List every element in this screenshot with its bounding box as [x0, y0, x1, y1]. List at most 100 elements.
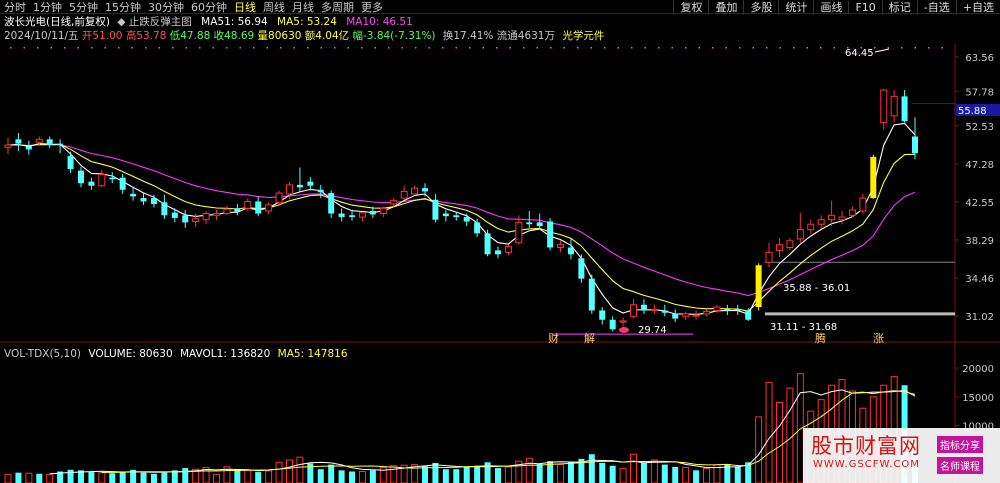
candle-body-37	[390, 200, 398, 205]
top-dot-4	[64, 47, 66, 49]
candle-body-16	[171, 212, 178, 218]
annotation-low: 29.74	[638, 325, 667, 336]
top-dot-23	[320, 47, 322, 49]
candle-body-15	[161, 202, 168, 216]
tool-button-8[interactable]: +自选	[955, 0, 1000, 15]
tool-button-4[interactable]: 画线	[813, 0, 848, 15]
tool-button-3[interactable]: 统计	[778, 0, 813, 15]
watermark-tag-course[interactable]: 名师课程	[937, 457, 983, 474]
annotation-range1: 35.88 - 36.01	[783, 283, 850, 294]
candle-body-32	[338, 213, 345, 218]
low-value: 低47.88	[169, 30, 211, 42]
candle-body-5	[57, 143, 64, 145]
vol-indicator-name[interactable]: VOL-TDX(5,10)	[4, 348, 81, 360]
volume-bar-50	[525, 457, 533, 483]
marker-jie: 解	[584, 331, 595, 345]
candle-body-2	[25, 146, 32, 150]
tool-button-0[interactable]: 复权	[673, 0, 708, 15]
candle-body-19	[202, 213, 210, 221]
top-dot-6	[91, 47, 93, 49]
volume-bar-8	[88, 472, 95, 483]
volume-bar-75	[786, 387, 794, 483]
top-dot-62	[847, 47, 849, 49]
candle-body-28	[296, 184, 303, 188]
volume-bar-72	[755, 416, 763, 483]
watermark-tag-share[interactable]: 指标分享	[937, 436, 983, 453]
top-dot-33	[455, 47, 457, 49]
ma10-value: MA10: 46.51	[346, 16, 413, 28]
period-tab-10[interactable]: 更多	[361, 1, 383, 14]
candlestick-chart[interactable]: 63.56 57.78 52.53 47.28 42.55 38.29 34.46 31.02…	[0, 0, 1000, 483]
candle-body-56	[588, 278, 595, 311]
period-tab-1[interactable]: 1分钟	[33, 1, 62, 14]
period-tab-8[interactable]: 月线	[292, 1, 314, 14]
volume-bar-24	[255, 472, 262, 483]
period-tab-6[interactable]: 日线	[234, 1, 256, 14]
top-dot-1	[23, 47, 25, 49]
candle-body-24	[255, 201, 262, 214]
volume-bar-62	[650, 459, 658, 483]
candle-body-77	[807, 223, 815, 231]
top-dot-60	[820, 47, 822, 49]
tool-button-6[interactable]: 标记	[881, 0, 917, 15]
volume-bar-13	[140, 472, 147, 483]
tool-button-1[interactable]: 叠加	[708, 0, 743, 15]
tool-button-2[interactable]: 多股	[743, 0, 778, 15]
volume-bar-74	[775, 402, 783, 483]
top-dot-17	[239, 47, 241, 49]
candle-body-86	[901, 96, 908, 122]
candle-body-59	[619, 320, 627, 323]
volume-bar-18	[192, 468, 200, 483]
volume-bar-65	[682, 466, 690, 483]
candle-body-71	[745, 310, 752, 320]
period-tab-9[interactable]: 多周期	[321, 1, 354, 14]
candle-body-72	[755, 265, 762, 308]
volume-bar-16	[171, 470, 178, 483]
volume-bar-47	[494, 468, 501, 483]
top-dot-16	[226, 47, 228, 49]
candle-body-11	[119, 177, 126, 190]
candle-body-46	[484, 233, 491, 255]
volume-bar-43	[453, 469, 460, 483]
candle-body-49	[515, 221, 523, 244]
volume-bar-22	[234, 469, 241, 483]
candle-body-60	[630, 304, 638, 317]
top-dot-48	[658, 47, 660, 49]
top-dot-52	[712, 47, 714, 49]
period-tab-0[interactable]: 分时	[4, 1, 26, 14]
volume-bar-58	[609, 465, 616, 483]
price-axis-label-0: 63.56	[965, 53, 994, 64]
stock-info-line: 波长光电(日线,前复权) ◆ 止跌反弹主图 MA51: 56.94 MA5: 5…	[4, 14, 413, 29]
top-dot-56	[766, 47, 768, 49]
bar-date: 2024/10/11/五	[4, 30, 79, 42]
period-tab-4[interactable]: 30分钟	[148, 1, 184, 14]
current-price-tag-bg	[956, 104, 1000, 116]
candle-body-45	[474, 222, 481, 234]
price-axis-label-5: 38.29	[965, 236, 994, 247]
candle-body-13	[140, 198, 147, 202]
period-tab-2[interactable]: 5分钟	[69, 1, 98, 14]
period-tab-3[interactable]: 15分钟	[105, 1, 141, 14]
volume-bar-9	[98, 472, 106, 483]
candle-body-62	[650, 308, 658, 311]
volume-bar-33	[349, 471, 356, 483]
period-tab-5[interactable]: 60分钟	[191, 1, 227, 14]
volume-bar-25	[265, 470, 273, 483]
tool-button-5[interactable]: F10	[848, 1, 881, 14]
volume-bar-36	[379, 466, 387, 483]
top-dot-68	[928, 47, 930, 49]
volume-bar-32	[338, 470, 345, 483]
volume-bar-57	[599, 462, 606, 483]
candle-body-52	[547, 221, 554, 248]
candle-body-73	[765, 251, 773, 263]
top-dot-3	[50, 47, 52, 49]
candle-body-22	[234, 208, 241, 212]
candle-body-78	[817, 219, 825, 225]
volume-bar-67	[702, 468, 710, 483]
indicator-name[interactable]: ◆ 止跌反弹主图	[117, 16, 191, 28]
tool-button-7[interactable]: -自选	[916, 0, 956, 15]
top-dot-25	[347, 47, 349, 49]
period-tab-7[interactable]: 周线	[263, 1, 285, 14]
candle-body-67	[702, 311, 710, 315]
volume-bar-46	[484, 462, 491, 483]
